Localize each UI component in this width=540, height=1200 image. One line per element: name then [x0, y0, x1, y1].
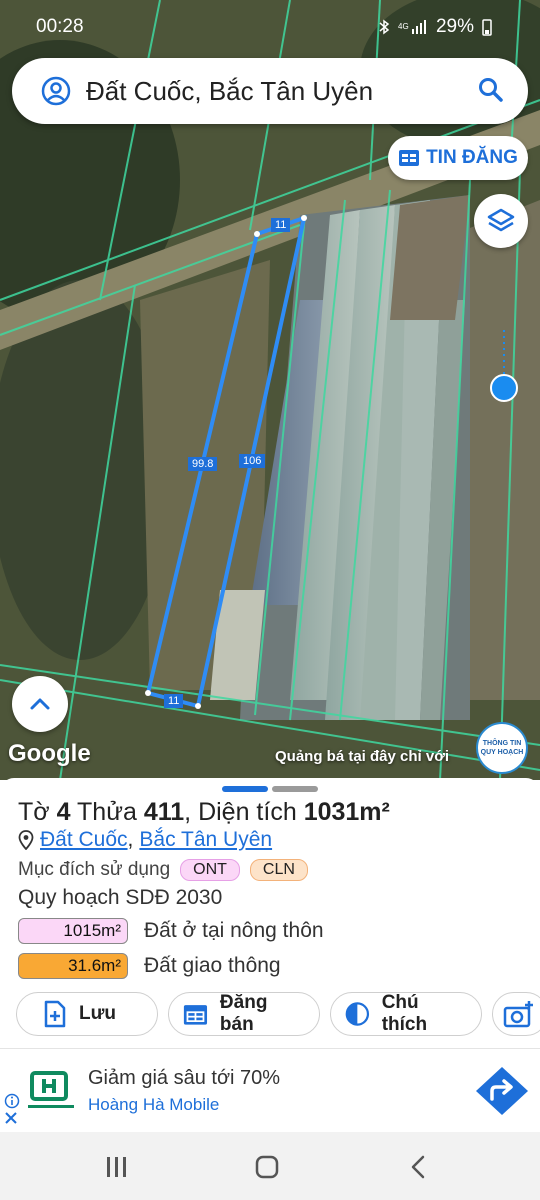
- plan-item-label: Đất ở tại nông thôn: [144, 919, 324, 942]
- post-listing-label: TIN ĐĂNG: [426, 147, 518, 168]
- dimension-label-left: 99.8: [188, 457, 218, 471]
- search-input[interactable]: Đất Cuốc, Bắc Tân Uyên: [86, 76, 373, 107]
- ad-banner[interactable]: Giảm giá sâu tới 70% Hoàng Hà Mobile: [0, 1048, 540, 1133]
- sheet-number: 4: [56, 798, 71, 826]
- plan-item-area: 31.6m²: [18, 953, 128, 979]
- parcel-number: 411: [143, 798, 185, 826]
- sheet-handle[interactable]: [222, 786, 318, 792]
- ad-close-icon[interactable]: [4, 1111, 18, 1125]
- location-row: Đất Cuốc, Bắc Tân Uyên: [18, 828, 272, 852]
- listing-icon: [399, 150, 420, 166]
- directions-icon[interactable]: [474, 1065, 530, 1117]
- sheet-label: Tờ: [18, 798, 50, 826]
- post-sale-button[interactable]: Đăng bán: [168, 992, 320, 1036]
- location-pin-icon: [18, 830, 34, 850]
- land-use-tag-ont[interactable]: ONT: [180, 859, 240, 881]
- save-button[interactable]: Lưu: [16, 992, 158, 1036]
- action-buttons: Lưu Đăng bán Chú thích: [16, 992, 540, 1036]
- legend-button[interactable]: Chú thích: [330, 992, 482, 1036]
- land-use-label: Mục đích sử dụng: [18, 859, 171, 880]
- battery-icon: [482, 19, 492, 36]
- google-logo: Google: [8, 740, 91, 767]
- parcel-title: Tờ 4 Thửa 411, Diện tích 1031m²: [18, 798, 390, 826]
- ad-title: Giảm giá sâu tới 70%: [88, 1067, 281, 1089]
- file-add-icon: [44, 1000, 66, 1028]
- area-label: Diện tích: [198, 798, 297, 826]
- parcel-info-sheet: Tờ 4 Thửa 411, Diện tích 1031m² Đất Cuốc…: [0, 778, 540, 1048]
- plan-item-area: 1015m²: [18, 918, 128, 944]
- layers-button[interactable]: [474, 194, 528, 248]
- signal-icon: 4G: [398, 20, 426, 34]
- plan-item-label: Đất giao thông: [144, 954, 281, 977]
- qh-logo-line2: QUY HOẠCH: [480, 749, 524, 756]
- ad-info-icon[interactable]: [4, 1093, 20, 1109]
- sheet-handle-inactive: [272, 786, 318, 792]
- chevron-up-icon: [30, 698, 50, 710]
- search-bar[interactable]: Đất Cuốc, Bắc Tân Uyên: [12, 58, 528, 124]
- dimension-label-right: 106: [239, 454, 266, 468]
- map-side-handle[interactable]: [490, 374, 518, 402]
- calendar-icon: [183, 1005, 208, 1025]
- ad-sponsor: Hoàng Hà Mobile: [88, 1095, 220, 1114]
- map-view[interactable]: 11 99.8 106 11 00:28 4G 29% Đất Cuốc, Bắ…: [0, 0, 540, 780]
- add-photo-button[interactable]: [492, 992, 540, 1036]
- quy-hoach-logo[interactable]: THÔNG TIN QUY HOẠCH: [476, 722, 528, 774]
- save-label: Lưu: [79, 1003, 116, 1024]
- account-icon[interactable]: [40, 75, 72, 107]
- land-use-tag-cln[interactable]: CLN: [249, 859, 308, 881]
- post-listing-button[interactable]: TIN ĐĂNG: [388, 136, 528, 180]
- svg-text:4G: 4G: [398, 22, 409, 31]
- qh-logo-line1: THÔNG TIN: [482, 740, 522, 747]
- sheet-handle-active: [222, 786, 268, 792]
- location-separator: ,: [127, 828, 134, 851]
- bluetooth-icon: [379, 19, 390, 35]
- layers-icon: [487, 208, 515, 232]
- parcel-label: Thửa: [77, 798, 137, 826]
- dimension-label-top: 11: [271, 218, 291, 232]
- status-bar: 00:28 4G 29%: [0, 0, 540, 52]
- area-value: 1031m²: [303, 798, 390, 826]
- legend-label: Chú thích: [381, 992, 428, 1035]
- contrast-icon: [345, 1002, 370, 1026]
- recent-apps-icon[interactable]: [104, 1156, 128, 1178]
- expand-up-button[interactable]: [12, 676, 68, 732]
- search-icon[interactable]: [478, 77, 504, 103]
- hoang-ha-mobile-logo: [28, 1071, 74, 1108]
- home-icon[interactable]: [255, 1155, 279, 1179]
- status-time: 00:28: [36, 16, 84, 37]
- add-photo-icon: [503, 1001, 533, 1028]
- status-indicators: 4G 29%: [378, 16, 492, 38]
- plan-item: 1015m² Đất ở tại nông thôn: [18, 918, 324, 944]
- land-use-row: Mục đích sử dụng ONT CLN: [18, 859, 308, 881]
- plan-title: Quy hoạch SDĐ 2030: [18, 886, 223, 909]
- promo-text[interactable]: Quảng bá tại đây chỉ với: [275, 748, 449, 765]
- location-link-commune[interactable]: Đất Cuốc: [40, 828, 128, 852]
- plan-item: 31.6m² Đất giao thông: [18, 953, 281, 979]
- system-nav-bar: [0, 1132, 540, 1200]
- location-link-district[interactable]: Bắc Tân Uyên: [139, 828, 272, 852]
- back-icon[interactable]: [410, 1155, 426, 1179]
- battery-level: 29%: [435, 16, 474, 37]
- post-sale-label: Đăng bán: [219, 992, 268, 1035]
- dimension-label-bottom: 11: [164, 694, 184, 708]
